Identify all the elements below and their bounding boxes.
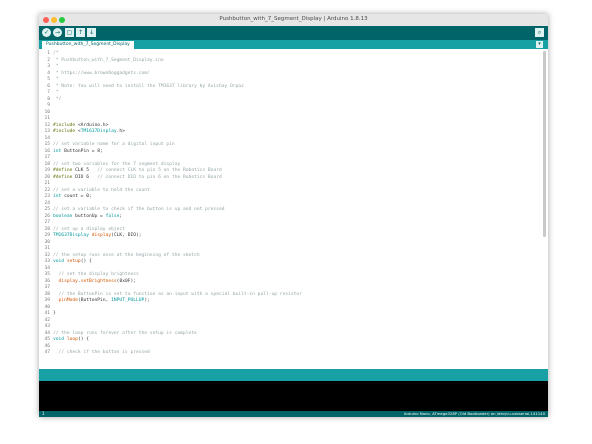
arrow-up-icon: ↑	[77, 29, 84, 36]
code-line: display.setBrightness(0x0F);	[58, 278, 137, 284]
console-output[interactable]	[39, 381, 548, 411]
code-editor[interactable]: 1/* 2 * Pushbutton_with_7_Segment_Display…	[39, 49, 548, 369]
message-area	[39, 369, 548, 381]
code-line: pinMode(ButtonPin, INPUT_PULLUP);	[58, 298, 150, 303]
new-file-icon: ▢	[66, 29, 73, 36]
open-sketch-button[interactable]: ↑	[76, 28, 85, 37]
line-number-gutter: 47	[44, 350, 50, 355]
check-icon: ✓	[43, 29, 50, 36]
code-line: * https://www.brownDoggadgets.com/	[53, 70, 150, 76]
line-number: 1	[42, 411, 45, 416]
chevron-down-icon: ▾	[538, 41, 541, 47]
code-line: // check if the button is pressed	[58, 350, 150, 355]
verify-button[interactable]: ✓	[42, 28, 51, 37]
code-line: #include <TM1637Display.h>	[53, 129, 125, 134]
arrow-right-icon: →	[54, 29, 61, 36]
code-line: TM1637Display display(CLK, DIO);	[53, 233, 142, 238]
status-bar: 1 Arduino Nano, ATmega328P (Old Bootload…	[39, 411, 548, 417]
code-line: */	[53, 96, 62, 102]
code-line: * Pushbutton_with_7_Segment_Display.ino	[53, 57, 164, 63]
magnifier-icon: ⌕	[537, 29, 542, 36]
board-port-info: Arduino Nano, ATmega328P (Old Bootloader…	[403, 411, 545, 416]
window-title: Pushbutton_with_7_Segment_Display | Ardu…	[219, 16, 368, 22]
code-line: #define DIO 6 // connect DIO to pin 6 on…	[53, 174, 222, 180]
tab-menu-button[interactable]: ▾	[536, 41, 543, 48]
new-sketch-button[interactable]: ▢	[65, 28, 74, 37]
code-line: int count = 0;	[53, 194, 92, 199]
arduino-ide-window: Pushbutton_with_7_Segment_Display | Ardu…	[39, 14, 548, 417]
vertical-scrollbar[interactable]	[543, 51, 546, 237]
tab-sketch[interactable]: Pushbutton_with_7_Segment_Display	[42, 41, 134, 49]
upload-button[interactable]: →	[53, 28, 62, 37]
toolbar: ✓ → ▢ ↑ ↓ ⌕	[39, 26, 548, 40]
serial-monitor-button[interactable]: ⌕	[535, 28, 544, 37]
code-line: int ButtonPin = 8;	[53, 148, 103, 154]
tab-bar: Pushbutton_with_7_Segment_Display ▾	[39, 40, 548, 49]
code-line: }	[53, 311, 56, 316]
code-line: void loop() {	[53, 337, 90, 342]
arrow-down-icon: ↓	[88, 29, 95, 36]
code-line: boolean buttonUp = false;	[53, 213, 123, 219]
save-sketch-button[interactable]: ↓	[87, 28, 96, 37]
code-line: void setup() {	[53, 259, 92, 264]
code-line: * Note: You will need to install the TM1…	[53, 83, 244, 89]
